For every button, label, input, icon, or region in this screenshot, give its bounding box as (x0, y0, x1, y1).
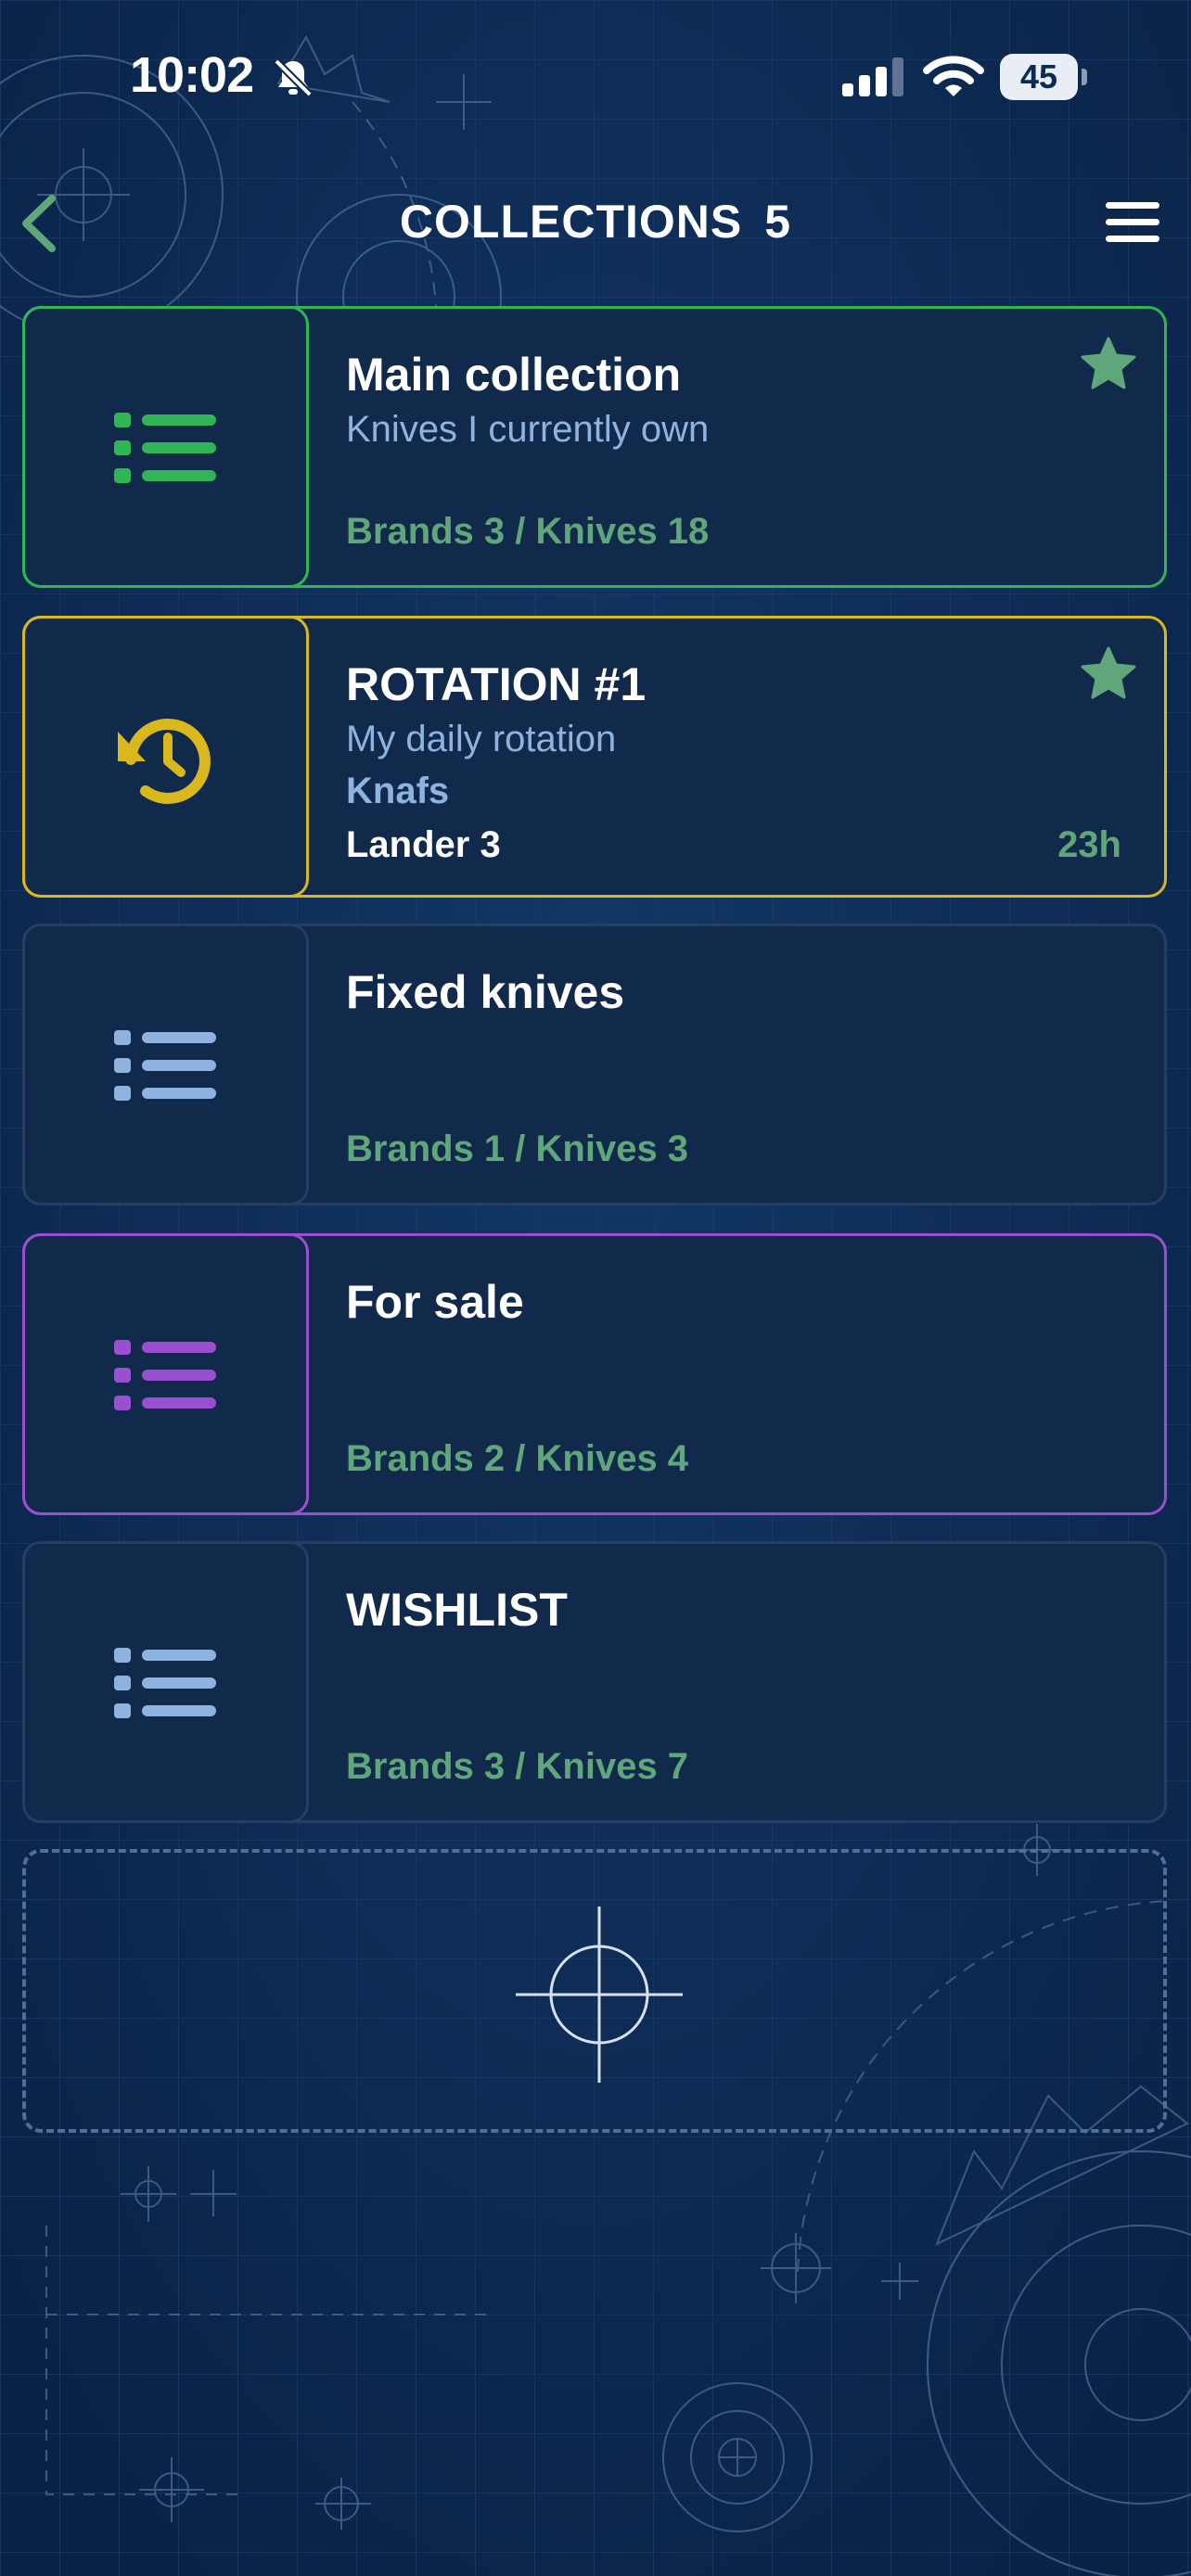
page-title-text: COLLECTIONS (399, 196, 743, 248)
collection-card-for-sale[interactable]: For sale Brands 2 / Knives 4 (22, 1233, 1167, 1515)
list-icon (114, 1340, 216, 1410)
collection-icon-box (22, 616, 309, 898)
history-icon (118, 718, 211, 804)
collection-name: ROTATION #1 (346, 658, 647, 710)
collection-icon-box (22, 1541, 309, 1823)
collection-stats: Brands 3 / Knives 7 (346, 1746, 689, 1787)
collection-icon-box (22, 306, 309, 588)
collection-card-wishlist[interactable]: WISHLIST Brands 3 / Knives 7 (22, 1541, 1167, 1823)
crosshair-icon (516, 1906, 683, 2083)
hamburger-menu-icon[interactable] (1106, 202, 1159, 243)
list-icon (114, 1030, 216, 1101)
silent-bell-icon (274, 58, 313, 97)
collection-stats: Brands 2 / Knives 4 (346, 1438, 689, 1479)
collection-card-rotation[interactable]: ROTATION #1 My daily rotation Knafs Land… (22, 616, 1167, 898)
star-icon[interactable] (1081, 646, 1136, 700)
collection-icon-box (22, 924, 309, 1205)
rotation-brand: Knafs (346, 771, 450, 811)
collection-card-main[interactable]: Main collection Knives I currently own B… (22, 306, 1167, 588)
list-icon (114, 413, 216, 483)
collection-description: My daily rotation (346, 719, 617, 759)
collection-name: Main collection (346, 349, 682, 401)
rotation-time: 23h (1057, 824, 1121, 865)
wifi-icon (923, 56, 984, 96)
collection-stats: Brands 3 / Knives 18 (346, 511, 710, 552)
star-icon[interactable] (1081, 337, 1136, 390)
page-title: COLLECTIONS 5 (0, 195, 1191, 249)
collection-stats: Brands 1 / Knives 3 (346, 1129, 689, 1169)
collection-count: 5 (764, 196, 792, 248)
add-collection-slot[interactable] (22, 1849, 1167, 2133)
battery-icon: 45 (1000, 54, 1089, 100)
collection-description: Knives I currently own (346, 409, 710, 450)
collection-card-fixed[interactable]: Fixed knives Brands 1 / Knives 3 (22, 924, 1167, 1205)
battery-level: 45 (1000, 54, 1078, 100)
list-icon (114, 1648, 216, 1718)
cellular-signal-icon (842, 57, 903, 96)
status-time: 10:02 (130, 47, 254, 103)
back-chevron-icon[interactable] (20, 195, 58, 252)
collection-name: Fixed knives (346, 966, 625, 1018)
collection-name: WISHLIST (346, 1584, 568, 1636)
rotation-knife: Lander 3 (346, 824, 501, 865)
collection-name: For sale (346, 1276, 524, 1328)
status-bar: 10:02 45 (0, 0, 1191, 158)
collection-icon-box (22, 1233, 309, 1515)
